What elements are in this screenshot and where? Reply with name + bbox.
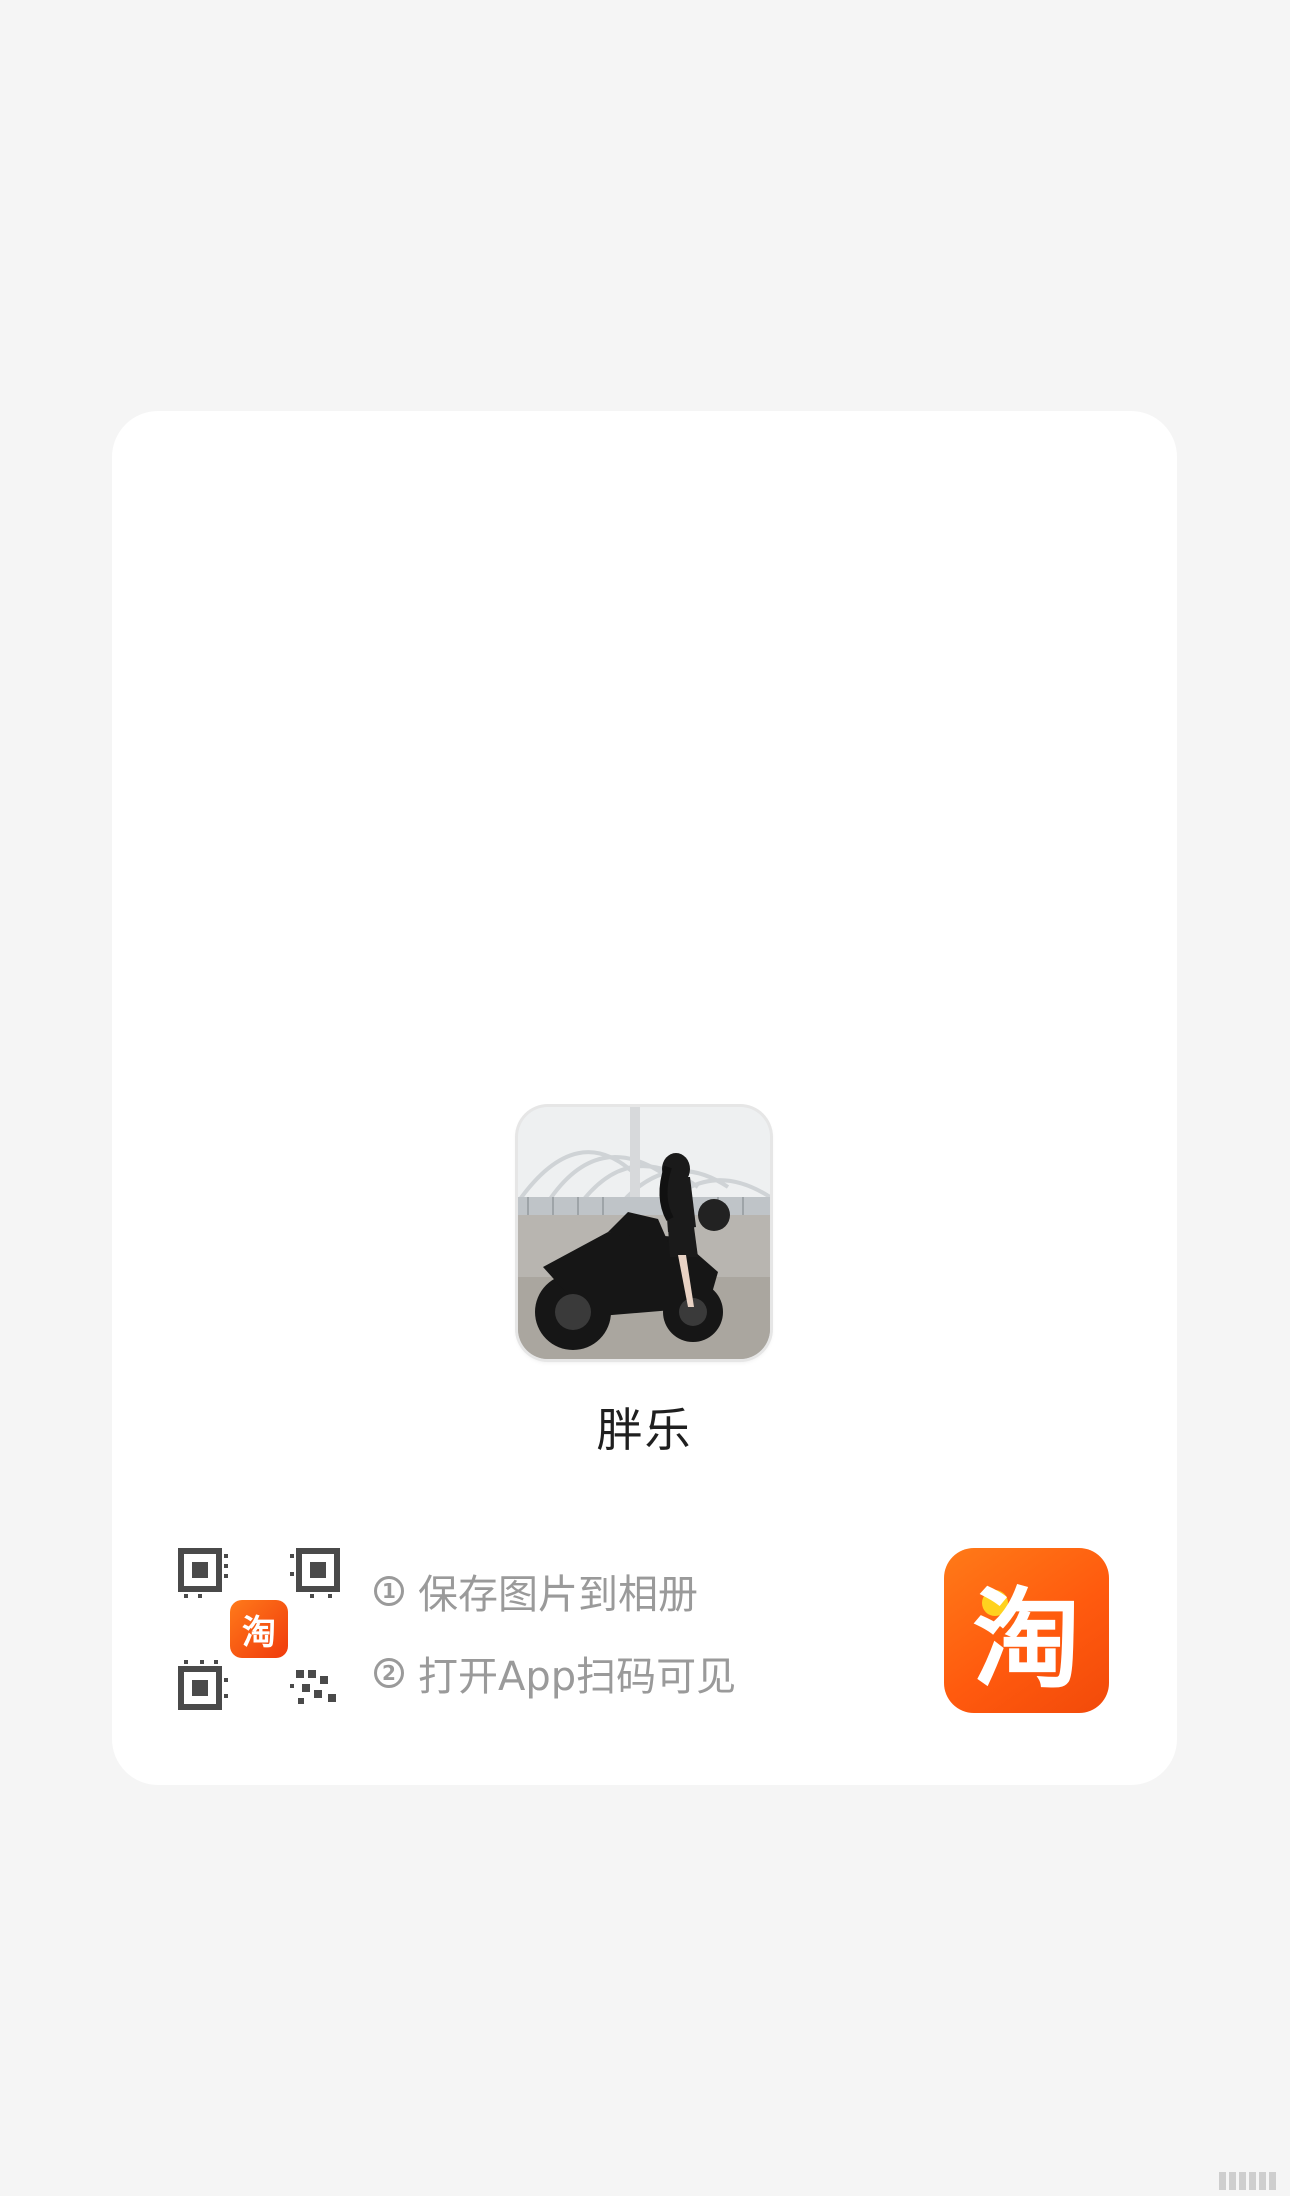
step-1: 1 保存图片到相册 xyxy=(374,1565,736,1618)
instructions: 1 保存图片到相册 2 打开App扫码可见 xyxy=(374,1565,736,1729)
share-page: 胖乐 淘 1 保存图片到相册 2 打开App扫码可见 淘 xyxy=(0,0,1290,2196)
avatar-photo xyxy=(518,1107,770,1359)
avatar xyxy=(518,1107,770,1359)
share-card: 胖乐 淘 1 保存图片到相册 2 打开App扫码可见 淘 xyxy=(112,411,1177,1785)
step-number-1: 1 xyxy=(374,1576,404,1606)
step-number-2: 2 xyxy=(374,1658,404,1688)
watermark xyxy=(1219,2172,1276,2190)
app-logo-char: 淘 xyxy=(972,1577,1081,1703)
step-2-text: 打开App扫码可见 xyxy=(418,1654,737,1700)
taobao-logo-icon: 淘 xyxy=(944,1548,1109,1713)
step-2: 2 打开App扫码可见 xyxy=(374,1647,737,1700)
qr-code[interactable]: 淘 xyxy=(178,1548,340,1710)
nickname: 胖乐 xyxy=(596,1403,693,1457)
step-1-text: 保存图片到相册 xyxy=(418,1572,698,1618)
qr-center-logo: 淘 xyxy=(230,1600,288,1658)
